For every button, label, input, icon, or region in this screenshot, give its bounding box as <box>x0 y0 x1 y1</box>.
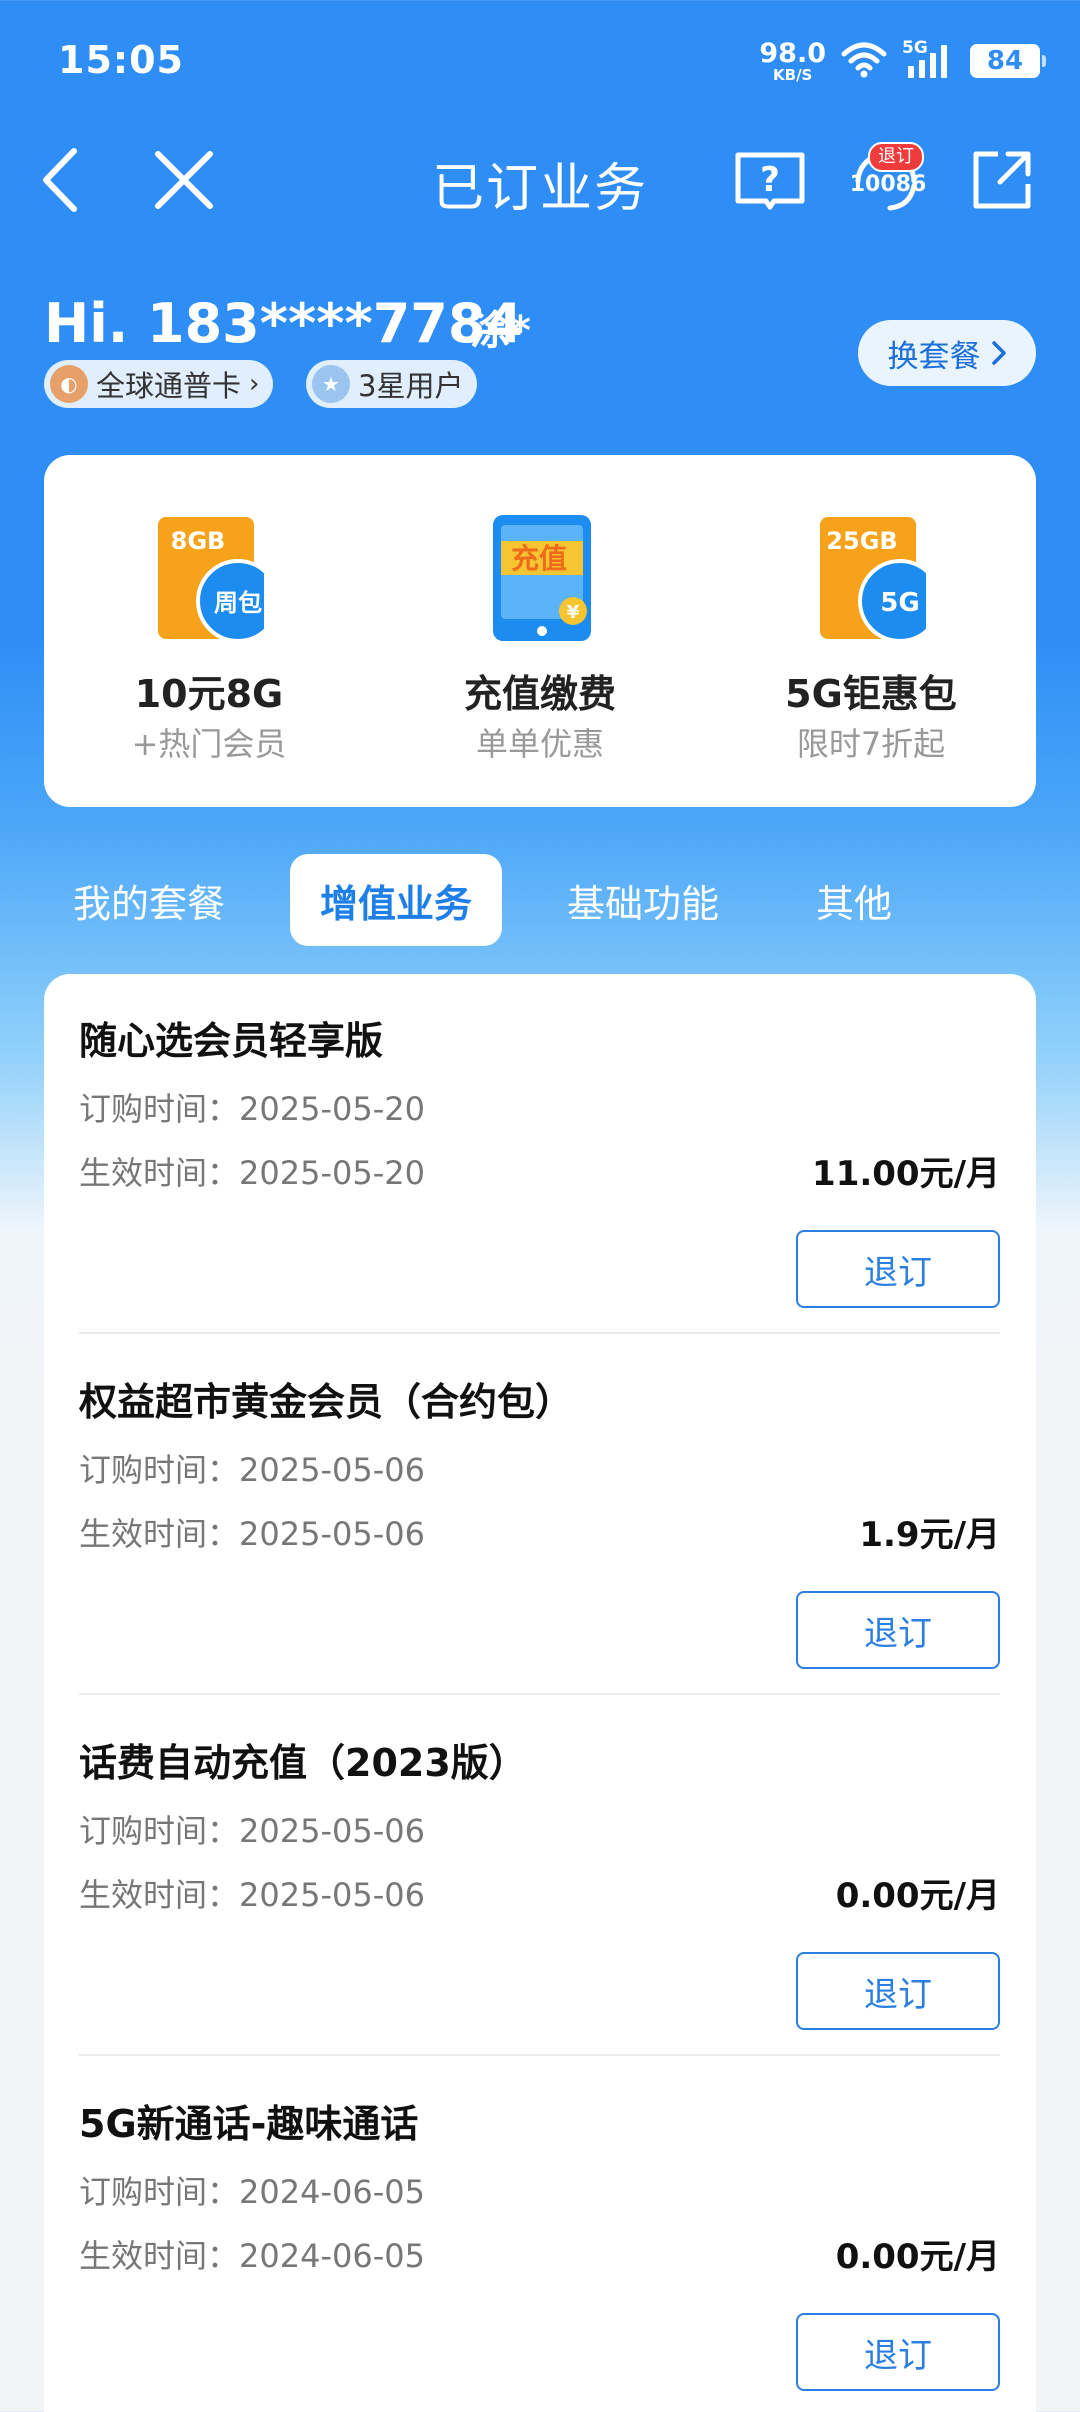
user-phone-greeting: Hi. 183****7784 <box>44 292 523 355</box>
data-pack-8gb-icon: 8GB 周包 <box>158 517 264 643</box>
svg-text:充值: 充值 <box>511 542 567 575</box>
service-item: 话费自动充值（2023版） 订购时间：2025-05-06 生效时间：2025-… <box>44 1696 1036 2056</box>
service-price: 1.9元/月 <box>859 1515 1000 1555</box>
tab-other[interactable]: 其他 <box>784 854 924 946</box>
order-time: 订购时间：2025-05-20 <box>79 1090 425 1128</box>
nav-bar: 已订业务 ? 退订 10086 <box>0 120 1080 240</box>
data-pack-25gb-icon: 25GB 5G <box>820 517 926 643</box>
user-level-tag: ★ 3星用户 <box>306 360 478 408</box>
switch-plan-label: 换套餐 <box>887 338 981 375</box>
card-type-label: 全球通普卡 <box>96 369 242 403</box>
network-speed-value: 98.0 <box>759 37 826 69</box>
service-name: 5G新通话-趣味通话 <box>79 2102 419 2146</box>
unsubscribe-button[interactable]: 退订 <box>796 1952 1000 2030</box>
svg-text:周包: 周包 <box>214 589 262 617</box>
status-time: 15:05 <box>58 38 184 82</box>
tab-my-plan[interactable]: 我的套餐 <box>44 854 254 946</box>
svg-text:8GB: 8GB <box>171 527 226 555</box>
service-item: 5G新通话-趣味通话 订购时间：2024-06-05 生效时间：2024-06-… <box>44 2057 1036 2412</box>
service-item: 随心选会员轻享版 订购时间：2025-05-20 生效时间：2025-05-20… <box>44 974 1036 1334</box>
service-tabs: 我的套餐 增值业务 基础功能 其他 <box>44 854 1036 946</box>
quick-entry-subtitle: 单单优惠 <box>475 725 604 763</box>
effective-time: 生效时间：2025-05-20 <box>79 1154 425 1192</box>
cellular-signal-icon: 5G <box>902 38 956 82</box>
service-price: 11.00元/月 <box>812 1154 1000 1194</box>
card-type-tag[interactable]: ◐ 全球通普卡 › <box>44 360 274 408</box>
divider <box>79 2054 1000 2056</box>
divider <box>79 1693 1000 1695</box>
effective-time: 生效时间：2024-06-05 <box>79 2237 425 2275</box>
quick-entry-title: 10元8G <box>134 672 284 716</box>
quick-entry-5g-pack[interactable]: 25GB 5G 5G钜惠包 限时7折起 <box>706 455 1036 807</box>
effective-time: 生效时间：2025-05-06 <box>79 1515 425 1553</box>
wifi-icon <box>840 40 888 82</box>
quick-entry-subtitle: +热门会员 <box>131 725 287 763</box>
switch-plan-button[interactable]: 换套餐 <box>858 320 1036 386</box>
quick-entry-title: 5G钜惠包 <box>785 672 957 716</box>
service-price: 0.00元/月 <box>835 1876 1000 1916</box>
quick-entry-subtitle: 限时7折起 <box>796 725 946 763</box>
unsubscribe-button[interactable]: 退订 <box>796 1591 1000 1669</box>
tab-value-added[interactable]: 增值业务 <box>290 854 502 946</box>
chevron-right-icon <box>991 341 1006 365</box>
service-name: 权益超市黄金会员（合约包） <box>79 1380 574 1424</box>
share-icon <box>973 151 1031 209</box>
order-time: 订购时间：2025-05-06 <box>79 1451 425 1489</box>
svg-text:¥: ¥ <box>567 602 580 623</box>
network-speed: 98.0 KB/S <box>759 40 826 83</box>
status-indicators: 98.0 KB/S 5G 84 <box>759 36 1046 86</box>
service-price: 0.00元/月 <box>835 2237 1000 2277</box>
effective-time: 生效时间：2025-05-06 <box>79 1876 425 1914</box>
svg-text:25GB: 25GB <box>826 527 897 555</box>
network-speed-unit: KB/S <box>773 65 813 84</box>
chevron-right-icon: › <box>249 369 260 399</box>
svg-text:?: ? <box>760 160 780 200</box>
divider <box>79 1332 1000 1334</box>
help-book-icon: ? <box>735 152 805 210</box>
user-name: 涂* <box>470 308 531 354</box>
status-bar: 15:05 98.0 KB/S 5G 84 <box>0 0 1080 120</box>
recharge-phone-icon: 充值 ¥ <box>493 515 591 641</box>
help-button[interactable]: ? <box>732 142 808 218</box>
service-item: 权益超市黄金会员（合约包） 订购时间：2025-05-06 生效时间：2025-… <box>44 1335 1036 1695</box>
unsubscribe-button[interactable]: 退订 <box>796 2313 1000 2391</box>
quick-entry-data-pack[interactable]: 8GB 周包 10元8G +热门会员 <box>44 455 374 807</box>
svg-text:5G: 5G <box>880 588 919 618</box>
share-button[interactable] <box>964 142 1040 218</box>
unsubscribe-button[interactable]: 退订 <box>796 1230 1000 1308</box>
quick-entry-card: 8GB 周包 10元8G +热门会员 充值 ¥ 充值缴费 单单优惠 25GB 5… <box>44 455 1036 807</box>
battery-indicator: 84 <box>970 44 1046 78</box>
service-list: 随心选会员轻享版 订购时间：2025-05-20 生效时间：2025-05-20… <box>44 974 1036 2412</box>
quick-entry-recharge[interactable]: 充值 ¥ 充值缴费 单单优惠 <box>375 455 705 807</box>
unsubscribe-badge: 退订 <box>868 142 924 172</box>
service-name: 随心选会员轻享版 <box>79 1019 384 1063</box>
order-time: 订购时间：2024-06-05 <box>79 2173 425 2211</box>
tab-basic-functions[interactable]: 基础功能 <box>538 854 748 946</box>
quick-entry-title: 充值缴费 <box>463 672 616 716</box>
service-name: 话费自动充值（2023版） <box>79 1741 527 1785</box>
user-level-label: 3星用户 <box>358 369 464 403</box>
order-time: 订购时间：2025-05-06 <box>79 1812 425 1850</box>
star-icon: ★ <box>312 365 350 403</box>
card-badge-icon: ◐ <box>50 365 88 403</box>
hotline-number: 10086 <box>849 172 927 197</box>
